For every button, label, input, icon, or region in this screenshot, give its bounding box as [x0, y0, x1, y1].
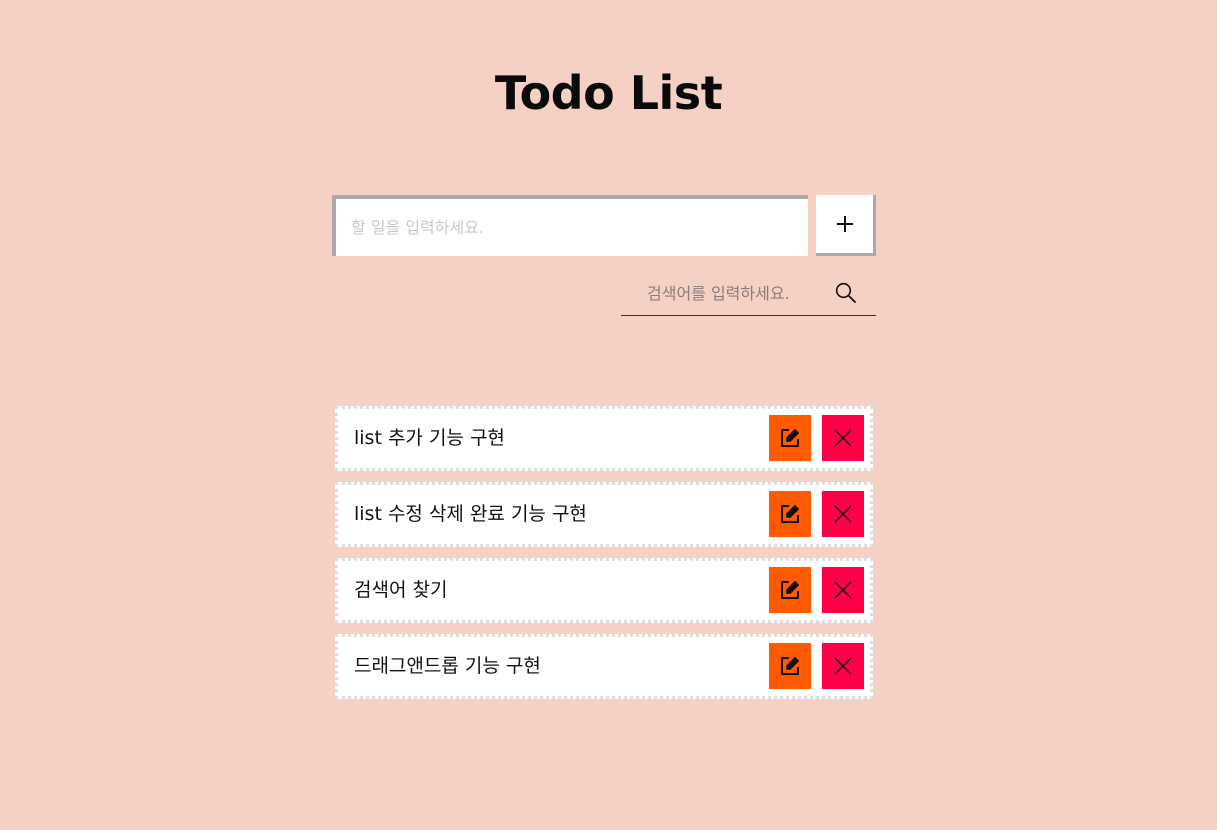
- close-icon: [834, 429, 852, 447]
- todo-item: 드래그앤드롭 기능 구현: [335, 634, 873, 699]
- todo-text: list 수정 삭제 완료 기능 구현: [354, 503, 587, 525]
- add-todo-form: [332, 195, 876, 256]
- plus-icon: [836, 215, 854, 233]
- todo-text: 드래그앤드롭 기능 구현: [354, 655, 541, 677]
- todo-text: list 추가 기능 구현: [354, 427, 505, 449]
- edit-icon: [780, 504, 800, 524]
- search-icon: [835, 282, 857, 304]
- add-button[interactable]: [816, 195, 876, 256]
- delete-button[interactable]: [822, 567, 864, 613]
- edit-icon: [780, 656, 800, 676]
- edit-button[interactable]: [769, 491, 811, 537]
- search-bar: [621, 272, 876, 316]
- todo-item: list 수정 삭제 완료 기능 구현: [335, 482, 873, 547]
- delete-button[interactable]: [822, 415, 864, 461]
- edit-button[interactable]: [769, 567, 811, 613]
- edit-icon: [780, 428, 800, 448]
- todo-list: list 추가 기능 구현 list 수정 삭제 완료 기능 구현 검색어 찾기…: [335, 406, 873, 710]
- page-title: Todo List: [494, 66, 723, 120]
- search-input[interactable]: [621, 272, 826, 314]
- close-icon: [834, 581, 852, 599]
- close-icon: [834, 657, 852, 675]
- edit-button[interactable]: [769, 415, 811, 461]
- close-icon: [834, 505, 852, 523]
- edit-button[interactable]: [769, 643, 811, 689]
- edit-icon: [780, 580, 800, 600]
- todo-item: 검색어 찾기: [335, 558, 873, 623]
- todo-text: 검색어 찾기: [354, 579, 448, 601]
- todo-input[interactable]: [332, 195, 808, 256]
- delete-button[interactable]: [822, 643, 864, 689]
- delete-button[interactable]: [822, 491, 864, 537]
- todo-item: list 추가 기능 구현: [335, 406, 873, 471]
- search-button[interactable]: [831, 280, 861, 306]
